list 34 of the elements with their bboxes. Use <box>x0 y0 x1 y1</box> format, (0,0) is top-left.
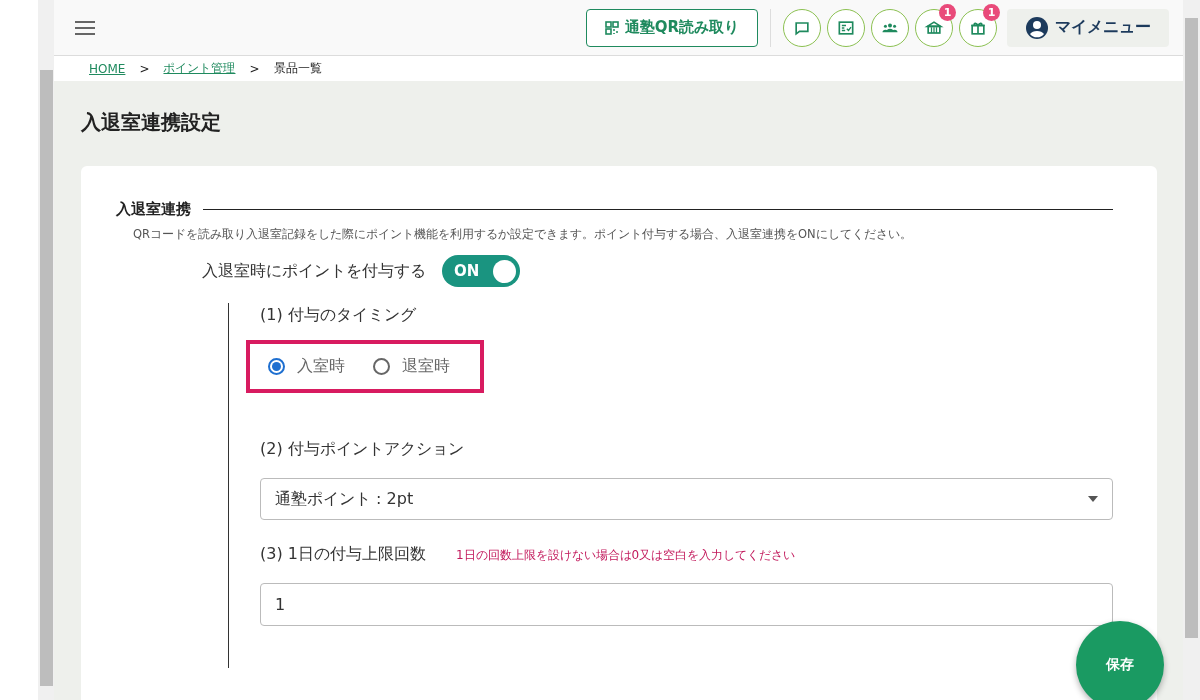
section-description: QRコードを読み取り入退室記録をした際にポイント機能を利用するか設定できます。ポイント付与する場合、入退室連携をONにしてください。 <box>133 227 913 242</box>
breadcrumb-separator: > <box>139 61 150 76</box>
field-label: (2) 付与ポイントアクション <box>260 438 465 460</box>
scrollbar[interactable] <box>38 0 54 700</box>
notification-badge: 1 <box>939 3 956 21</box>
highlight-frame: 入室時 退室時 <box>246 340 484 393</box>
notification-badge: 1 <box>983 3 1000 21</box>
field-label: (1) 付与のタイミング <box>260 304 417 326</box>
menu-icon[interactable] <box>74 19 96 36</box>
radio-button[interactable] <box>268 358 285 375</box>
icon-button[interactable] <box>959 8 997 47</box>
hint-text: 1日の回数上限を設けない場合は0又は空白を入力してください <box>455 547 796 564</box>
toggle-label: 入退室時にポイントを付与する <box>202 260 426 282</box>
radio-button[interactable] <box>373 358 390 375</box>
action-dropdown[interactable]: 通塾ポイント : 2pt <box>260 478 1113 520</box>
qr-code-icon <box>604 20 619 35</box>
breadcrumb-separator: > <box>249 61 260 76</box>
user-icon <box>1025 15 1049 40</box>
icon-button[interactable] <box>783 8 821 47</box>
field-label: (3) 1日の付与上限回数 <box>260 543 426 565</box>
icon-button[interactable] <box>915 8 953 47</box>
limit-input-field[interactable]: 1 <box>260 583 1113 626</box>
scrollbar[interactable] <box>1183 0 1200 700</box>
icon-button[interactable] <box>827 8 865 47</box>
page-title: 入退室連携設定 <box>81 109 222 136</box>
breadcrumb-link[interactable]: HOME <box>89 61 126 76</box>
breadcrumb-link[interactable]: ポイント管理 <box>163 60 236 77</box>
section-title: 入退室連携 <box>116 200 191 219</box>
breadcrumb-current: 景品一覧 <box>273 60 322 77</box>
my-menu-button[interactable]: マイメニュー <box>1007 8 1169 47</box>
qr-scan-button[interactable]: 通塾QR読み取り <box>585 8 758 47</box>
caret-icon <box>1088 496 1098 502</box>
icon-button[interactable] <box>871 8 909 47</box>
toggle-switch[interactable]: ON <box>442 255 520 287</box>
